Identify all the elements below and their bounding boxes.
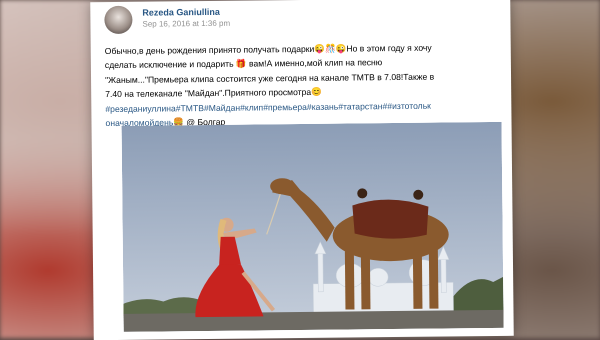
- avatar[interactable]: [104, 6, 132, 34]
- photo-illustration: [122, 122, 504, 332]
- author-name[interactable]: Rezeda Ganiullina: [142, 7, 220, 18]
- post-text: Обычно,в день рождения принято получать …: [105, 40, 498, 131]
- post-photo[interactable]: [122, 122, 504, 332]
- social-post-card: Rezeda Ganiullina Sep 16, 2016 at 1:36 p…: [90, 0, 514, 340]
- post-date[interactable]: Sep 16, 2016 at 1:36 pm: [142, 19, 230, 29]
